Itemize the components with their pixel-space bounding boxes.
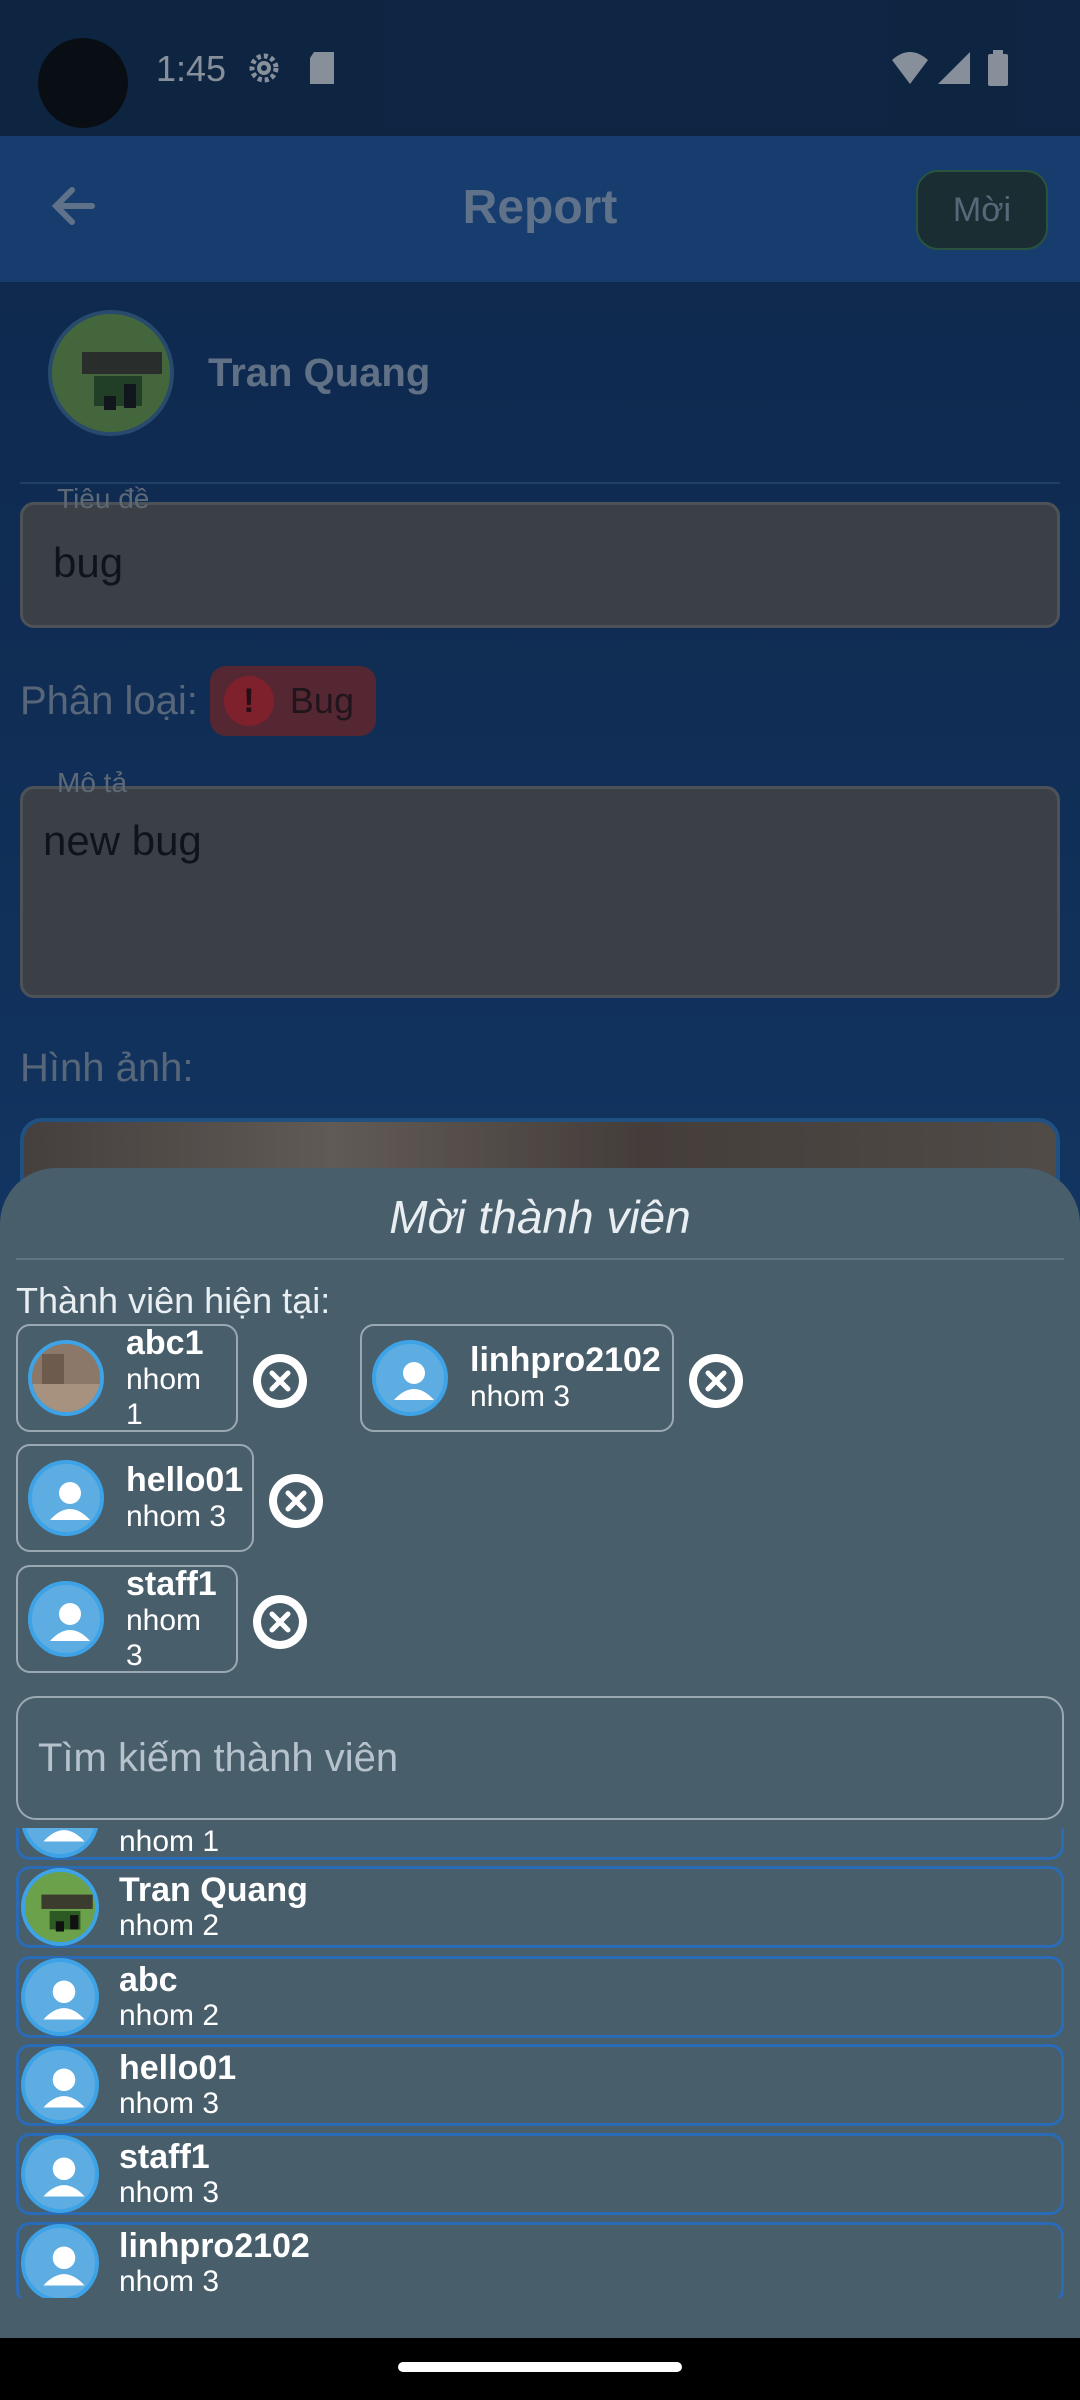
list-item-group: nhom 1 [119,1828,220,1858]
member-group: nhom 3 [470,1380,571,1414]
member-name: staff1 [126,1564,217,1603]
person-icon [21,2046,99,2124]
remove-member-button[interactable] [253,1354,307,1408]
close-icon [277,1482,315,1520]
home-gesture-handle[interactable] [398,2362,682,2372]
member-group: nhom 3 [126,1500,227,1534]
member-name: linhpro2102 [470,1341,661,1380]
invite-members-sheet: Mời thành viên Thành viên hiện tại: abc1… [0,1168,1080,2338]
close-icon [261,1603,299,1641]
member-name: abc1 [126,1323,204,1362]
list-item-group: nhom 2 [119,1909,220,1943]
member-search-input[interactable]: Tìm kiếm thành viên [16,1696,1064,1820]
person-icon [21,1958,99,2036]
list-item-group: nhom 3 [119,2087,220,2121]
list-item-name: hello01 [119,2048,237,2087]
member-results-list[interactable]: nhom 1 Tran Quang nhom 2 abc nhom 2 hell… [16,1828,1064,2298]
close-icon [697,1362,735,1400]
remove-member-button[interactable] [689,1354,743,1408]
sheet-title: Mời thành viên [389,1191,691,1243]
remove-member-button[interactable] [269,1474,323,1528]
member-group: nhom 1 [126,1363,202,1431]
person-icon [21,2224,99,2298]
member-group: nhom 3 [126,1604,202,1672]
divider [16,1258,1064,1260]
person-icon [372,1340,448,1416]
member-chip[interactable]: hello01 nhom 3 [16,1444,254,1552]
member-chip[interactable]: staff1 nhom 3 [16,1565,238,1673]
member-chip[interactable]: abc1 nhom 1 [16,1324,238,1432]
member-avatar [28,1340,104,1416]
list-item[interactable]: hello01 nhom 3 [16,2044,1064,2126]
list-item-name: Tran Quang [119,1870,308,1909]
list-item[interactable]: abc nhom 2 [16,1956,1064,2038]
list-item-group: nhom 3 [119,2176,220,2210]
list-item[interactable]: nhom 1 [16,1828,1064,1860]
remove-member-button[interactable] [253,1595,307,1649]
member-name: hello01 [126,1461,244,1500]
current-members-label: Thành viên hiện tại: [16,1280,331,1321]
search-placeholder: Tìm kiếm thành viên [38,1736,399,1780]
person-icon [21,1828,99,1858]
person-icon [28,1581,104,1657]
list-item-group: nhom 2 [119,1999,220,2033]
member-avatar [21,1868,99,1946]
person-icon [28,1460,104,1536]
list-item[interactable]: linhpro2102 nhom 3 [16,2222,1064,2298]
member-chip[interactable]: linhpro2102 nhom 3 [360,1324,674,1432]
list-item[interactable]: Tran Quang nhom 2 [16,1866,1064,1948]
list-item[interactable]: staff1 nhom 3 [16,2133,1064,2215]
list-item-name: linhpro2102 [119,2226,310,2265]
list-item-name: abc [119,1960,178,1999]
list-item-group: nhom 3 [119,2265,220,2298]
close-icon [261,1362,299,1400]
person-icon [21,2135,99,2213]
list-item-name: staff1 [119,2137,210,2176]
system-nav-bar [0,2338,1080,2400]
